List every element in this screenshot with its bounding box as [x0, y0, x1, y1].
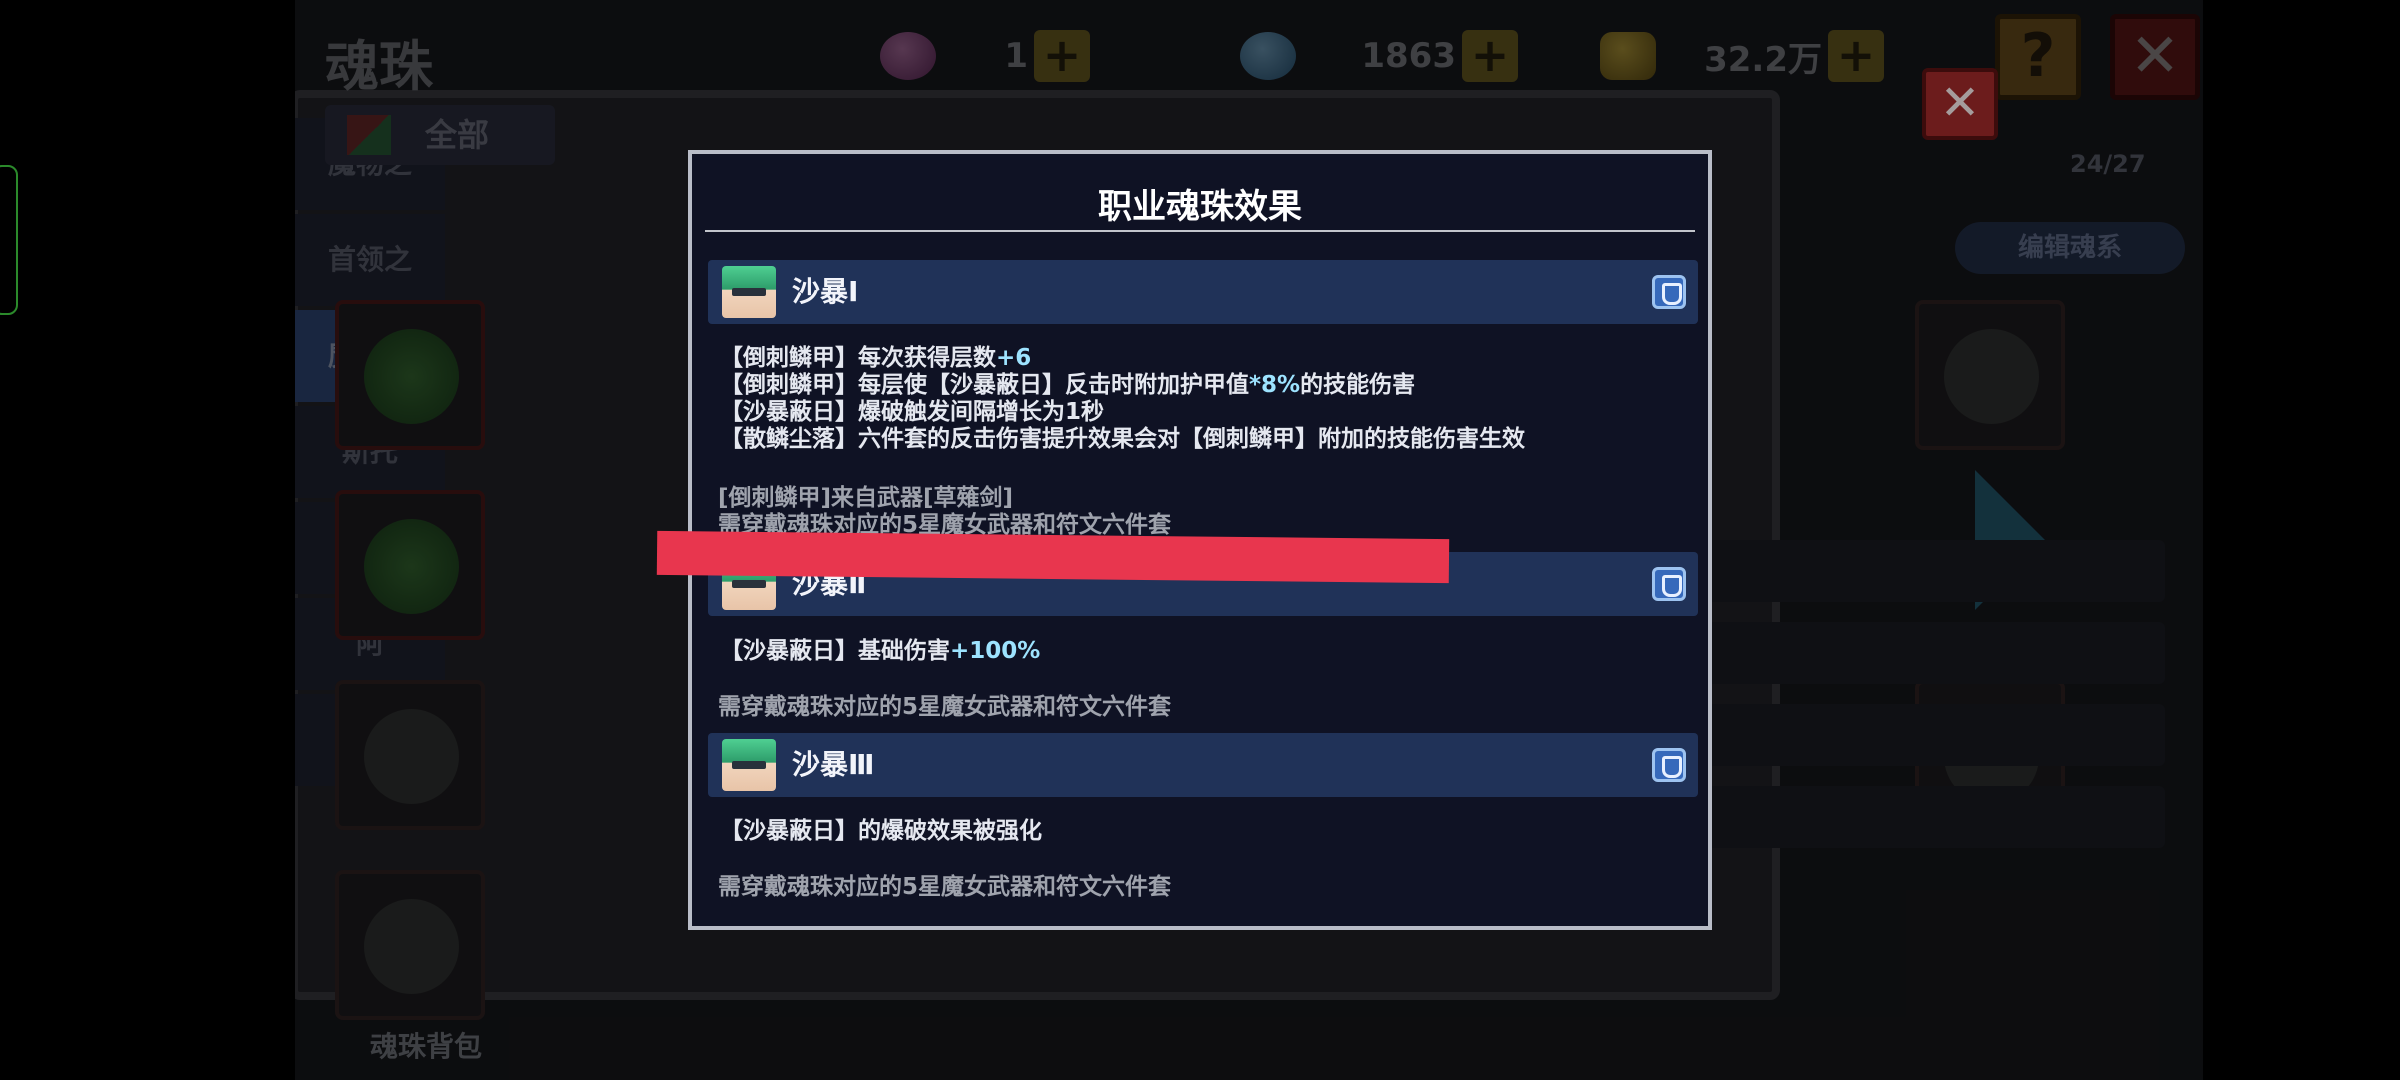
resource-gems: 1 +: [880, 30, 1090, 82]
bead-slot[interactable]: [335, 680, 485, 830]
bead-bag-label[interactable]: 魂珠背包: [370, 1025, 482, 1065]
effect-line: 【散鳞尘落】六件套的反击伤害提升效果会对【倒刺鳞甲】附加的技能伤害生效: [720, 426, 1525, 452]
gem-count: 1: [1004, 36, 1028, 76]
edge-glow: [0, 165, 18, 315]
gold-coin-icon: [1600, 32, 1656, 80]
bead-icon: [364, 329, 459, 424]
resource-coins: 32.2万 +: [1600, 30, 1884, 82]
bead-icon: [364, 519, 459, 614]
filter-dropdown[interactable]: 全部: [325, 105, 555, 165]
redaction-bar: [656, 530, 1450, 584]
coin-count: 32.2万: [1704, 39, 1822, 80]
dialog-title: 职业魂珠效果: [1098, 187, 1302, 227]
set-name: 沙暴Ⅰ: [792, 275, 859, 308]
drop-count: 1863: [1361, 36, 1456, 76]
character-portrait-icon: [722, 739, 776, 791]
set-requirement: 需穿戴魂珠对应的5星魔女武器和符文六件套: [718, 874, 1172, 900]
character-portrait-icon: [722, 266, 776, 318]
filter-color-icon: [347, 115, 391, 155]
set-header-3: 沙暴Ⅲ: [708, 733, 1698, 797]
close-panel-button[interactable]: ✕: [1922, 68, 1998, 140]
effect-line: 【沙暴蔽日】的爆破效果被强化: [720, 818, 1042, 844]
bead-icon: [1944, 329, 2039, 424]
add-drops-button[interactable]: +: [1462, 30, 1518, 82]
help-button[interactable]: ?: [1995, 14, 2081, 100]
set-name: 沙暴Ⅲ: [792, 748, 875, 781]
set-header-1: 沙暴Ⅰ: [708, 260, 1698, 324]
blue-drop-icon: [1240, 32, 1296, 80]
shield-badge-icon: [1652, 567, 1686, 601]
title-divider: [705, 230, 1695, 232]
bead-count: 24/27: [2070, 150, 2146, 178]
add-coins-button[interactable]: +: [1828, 30, 1884, 82]
shield-badge-icon: [1652, 748, 1686, 782]
bead-icon: [364, 709, 459, 804]
page-title: 魂珠: [325, 35, 433, 98]
add-gems-button[interactable]: +: [1034, 30, 1090, 82]
bead-icon: [364, 899, 459, 994]
filter-label: 全部: [425, 116, 490, 154]
purple-gem-icon: [880, 32, 936, 80]
edit-soul-system-button[interactable]: 编辑魂系: [1955, 222, 2185, 274]
set-requirement: 需穿戴魂珠对应的5星魔女武器和符文六件套: [718, 694, 1172, 720]
effect-line: 【沙暴蔽日】基础伤害+100%: [720, 638, 1041, 664]
sidebar-tab-boss[interactable]: 首领之: [295, 214, 445, 306]
bead-slot[interactable]: [1915, 300, 2065, 450]
bead-slot[interactable]: [335, 490, 485, 640]
bead-slot[interactable]: [335, 300, 485, 450]
close-screen-button[interactable]: ✕: [2110, 14, 2200, 100]
bead-slot[interactable]: [335, 870, 485, 1020]
shield-badge-icon: [1652, 275, 1686, 309]
resource-drops: 1863 +: [1240, 30, 1518, 82]
